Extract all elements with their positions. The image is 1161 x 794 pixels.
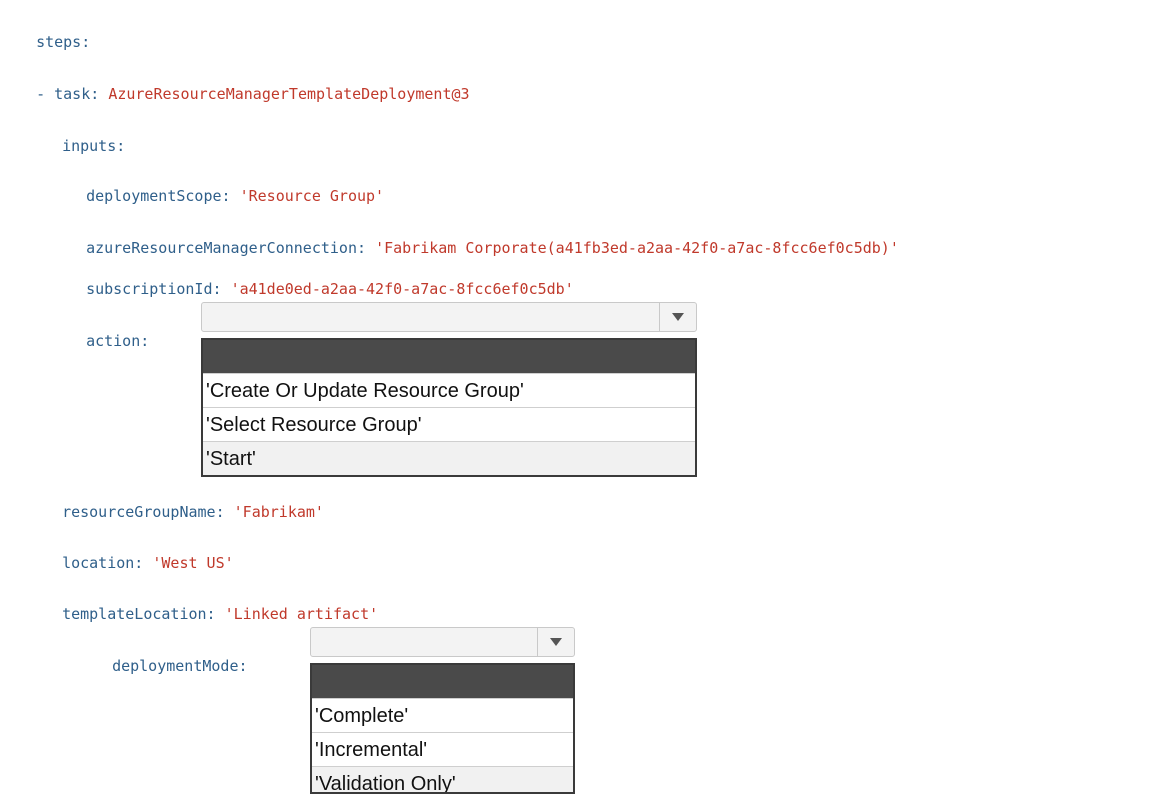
connection-key: azureResourceManagerConnection:: [86, 239, 367, 257]
action-key: action:: [86, 332, 150, 350]
task-line: - task: AzureResourceManagerTemplateDepl…: [18, 64, 470, 104]
action-options-list: 'Create Or Update Resource Group' 'Selec…: [201, 338, 697, 477]
action-options-header: [203, 340, 695, 373]
template-location-line: templateLocation: 'Linked artifact': [44, 584, 378, 624]
template-location-key: templateLocation:: [62, 605, 216, 623]
subscription-line: subscriptionId: 'a41de0ed-a2aa-42f0-a7ac…: [68, 259, 574, 299]
location-value: 'West US': [152, 554, 234, 572]
deployment-scope-value: 'Resource Group': [239, 187, 385, 205]
task-key: task:: [54, 85, 100, 103]
deployment-mode-key: deploymentMode:: [112, 657, 248, 675]
triangle-down-icon: [672, 313, 684, 321]
action-dropdown-button[interactable]: [659, 303, 696, 331]
deployment-mode-select[interactable]: [310, 627, 575, 657]
resource-group-line: resourceGroupName: 'Fabrikam': [44, 482, 324, 522]
subscription-key: subscriptionId:: [86, 280, 222, 298]
action-line: action:: [68, 311, 149, 351]
connection-value: 'Fabrikam Corporate(a41fb3ed-a2aa-42f0-a…: [375, 239, 899, 257]
deployment-scope-line: deploymentScope: 'Resource Group': [68, 166, 384, 206]
action-select[interactable]: [201, 302, 697, 332]
mode-option-complete[interactable]: 'Complete': [312, 698, 573, 732]
inputs-line: inputs:: [44, 116, 125, 156]
location-key: location:: [62, 554, 144, 572]
mode-option-incremental[interactable]: 'Incremental': [312, 732, 573, 766]
steps-key: steps:: [36, 33, 91, 51]
resource-group-key: resourceGroupName:: [62, 503, 225, 521]
mode-option-validation-only[interactable]: 'Validation Only': [312, 766, 573, 792]
location-line: location: 'West US': [44, 533, 234, 573]
template-location-value: 'Linked artifact': [224, 605, 379, 623]
action-option-start[interactable]: 'Start': [203, 441, 695, 475]
deployment-scope-key: deploymentScope:: [86, 187, 231, 205]
deployment-mode-dropdown-button[interactable]: [537, 628, 574, 656]
steps-line: steps:: [18, 12, 90, 52]
deployment-mode-line: deploymentMode:: [94, 636, 248, 676]
deployment-mode-options-header: [312, 665, 573, 698]
triangle-down-icon: [550, 638, 562, 646]
task-dash: -: [36, 85, 55, 103]
action-option-create-or-update[interactable]: 'Create Or Update Resource Group': [203, 373, 695, 407]
inputs-key: inputs:: [62, 137, 126, 155]
action-option-select[interactable]: 'Select Resource Group': [203, 407, 695, 441]
deployment-mode-options-list: 'Complete' 'Incremental' 'Validation Onl…: [310, 663, 575, 794]
task-value: AzureResourceManagerTemplateDeployment@3: [108, 85, 470, 103]
resource-group-value: 'Fabrikam': [233, 503, 324, 521]
subscription-value: 'a41de0ed-a2aa-42f0-a7ac-8fcc6ef0c5db': [230, 280, 574, 298]
connection-line: azureResourceManagerConnection: 'Fabrika…: [68, 218, 899, 258]
